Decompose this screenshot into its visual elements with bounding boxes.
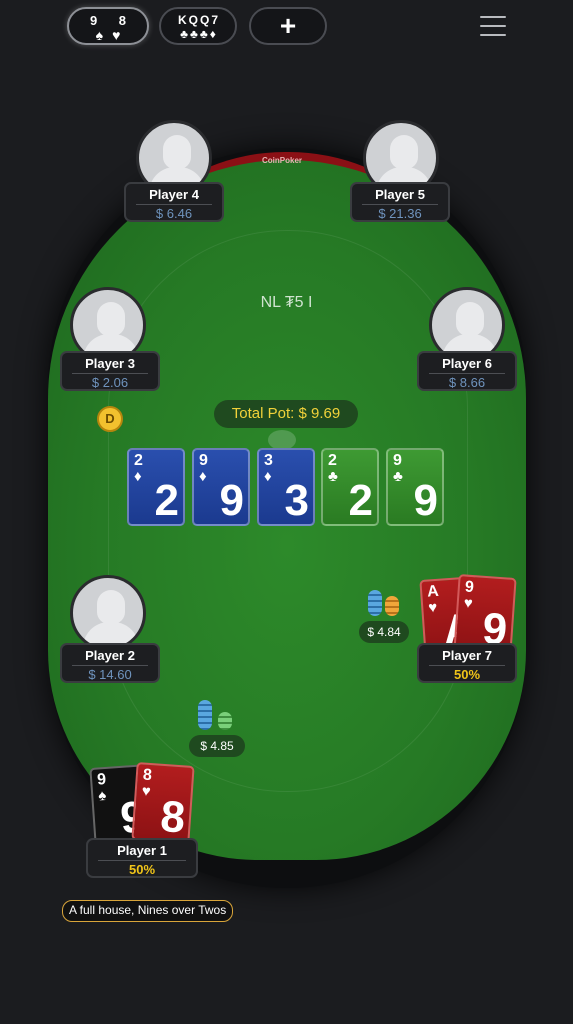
table-tab-1[interactable]: 9 8 ♠♥ (67, 7, 149, 45)
board-card: 2 ♣ 2 (321, 448, 379, 526)
tab-suits: ♠♥ (95, 27, 130, 43)
plus-icon: + (279, 10, 297, 41)
card-rank-large: 9 (219, 476, 244, 525)
player-stack: $ 21.36 (378, 206, 422, 221)
pot-chip-icon (268, 430, 296, 450)
player-name: Player 1 (98, 840, 186, 861)
player-plate[interactable]: Player 5 $ 21.36 (350, 182, 450, 222)
table-tab-2[interactable]: KQQ7 ♣♣♣♦ (159, 7, 237, 45)
dealer-button: D (97, 406, 123, 432)
hand-description: A full house, Nines over Twos (62, 900, 234, 922)
diamond-icon: ♦ (199, 468, 207, 485)
hole-card: 8 ♥ 8 (131, 762, 195, 844)
diamond-icon: ♦ (134, 468, 142, 485)
player-equity: 50% (453, 667, 481, 682)
chip-stack-icon (218, 712, 232, 730)
club-icon: ♣ (393, 468, 403, 485)
card-rank-large: 9 (413, 476, 438, 525)
player-plate[interactable]: Player 4 $ 6.46 (124, 182, 224, 222)
player-stack: $ 2.06 (91, 375, 129, 390)
heart-icon: ♥ (141, 782, 152, 801)
tab-ranks: 9 8 (89, 13, 136, 28)
heart-icon: ♥ (427, 598, 438, 617)
chip-stack-icon (385, 596, 399, 616)
chip-stack-icon (368, 590, 382, 616)
card-rank-large: 2 (348, 476, 373, 525)
bet-amount: $ 4.85 (189, 735, 245, 757)
player-stack: $ 14.60 (88, 667, 132, 682)
card-rank-large: 2 (154, 476, 179, 525)
player-name: Player 6 (429, 353, 505, 374)
player-plate[interactable]: Player 2 $ 14.60 (60, 643, 160, 683)
spade-icon: ♠ (97, 787, 107, 805)
board-card: 9 ♣ 9 (386, 448, 444, 526)
player-plate[interactable]: Player 1 50% (86, 838, 198, 878)
add-table-button[interactable]: + (249, 7, 327, 45)
player-stack: $ 8.66 (448, 375, 486, 390)
player-name: Player 2 (72, 645, 148, 666)
player-name: Player 7 (429, 645, 505, 666)
avatar[interactable] (70, 575, 146, 651)
player-plate[interactable]: Player 6 $ 8.66 (417, 351, 517, 391)
player-plate[interactable]: Player 3 $ 2.06 (60, 351, 160, 391)
board-card: 3 ♦ 3 (257, 448, 315, 526)
player-name: Player 5 (362, 184, 438, 205)
player-equity: 50% (128, 862, 156, 877)
bet-amount: $ 4.84 (359, 621, 409, 643)
total-pot: Total Pot: $ 9.69 (214, 400, 358, 428)
player-name: Player 4 (136, 184, 212, 205)
board-card: 9 ♦ 9 (192, 448, 250, 526)
menu-icon[interactable] (480, 16, 506, 43)
club-icon: ♣ (328, 468, 338, 485)
player-stack: $ 6.46 (155, 206, 193, 221)
tab-ranks: KQQ7 (177, 13, 220, 27)
player-name: Player 3 (72, 353, 148, 374)
player-plate[interactable]: Player 7 50% (417, 643, 517, 683)
card-rank-large: 3 (284, 476, 309, 525)
card-rank-large: 8 (158, 791, 187, 843)
diamond-icon: ♦ (264, 468, 272, 485)
brand-logo: CoinPoker (262, 156, 303, 165)
chip-stack-icon (198, 700, 212, 730)
heart-icon: ♥ (463, 594, 474, 613)
tab-suits: ♣♣♣♦ (180, 27, 218, 41)
board-card: 2 ♦ 2 (127, 448, 185, 526)
